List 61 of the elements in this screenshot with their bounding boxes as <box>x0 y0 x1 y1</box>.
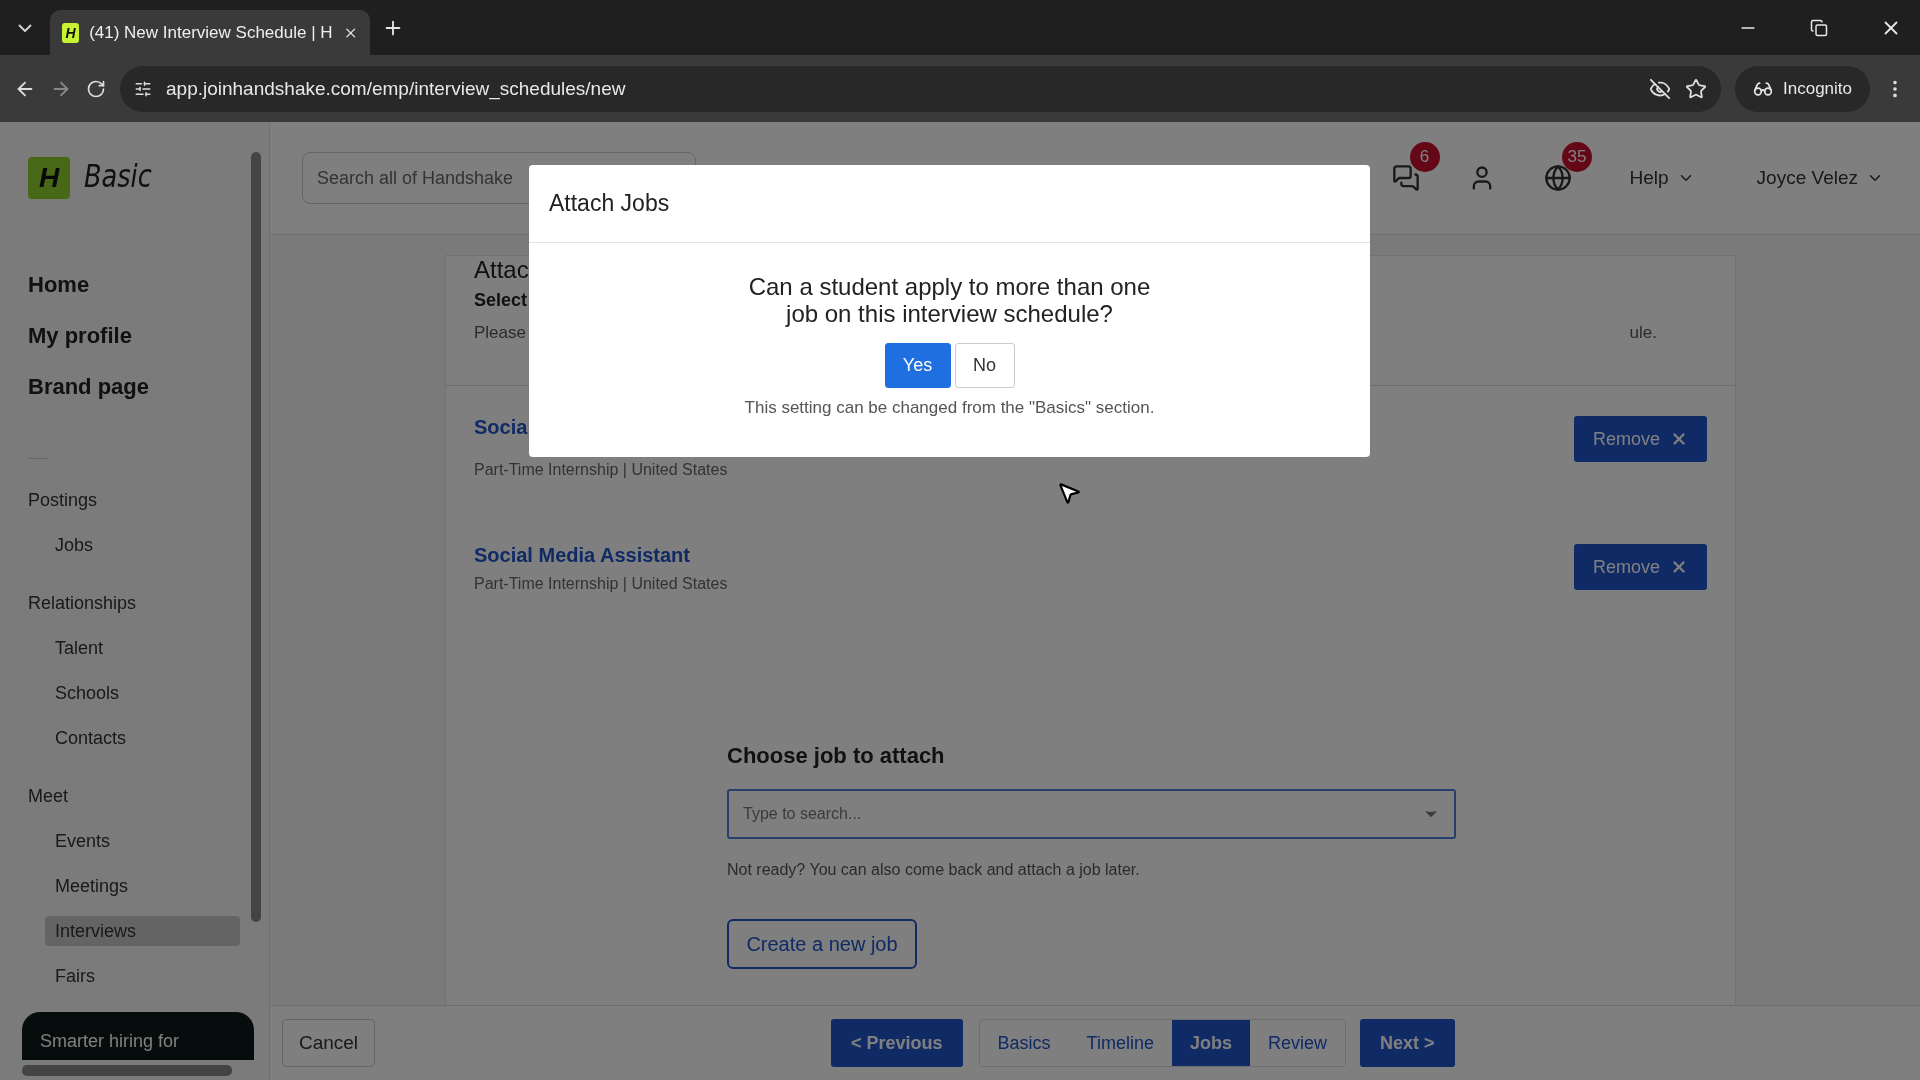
nav-section-title: Postings <box>27 489 99 512</box>
nav-item[interactable]: Meetings <box>45 871 240 901</box>
tab-title: (41) New Interview Schedule | H <box>89 22 333 43</box>
step-tab[interactable]: Jobs <box>1171 1020 1250 1066</box>
url-text: app.joinhandshake.com/emp/interview_schedules/new <box>166 77 627 100</box>
count-badge: 35 <box>1561 142 1593 172</box>
count-badge: 6 <box>1409 142 1440 172</box>
chevron-down-icon <box>18 23 32 32</box>
logo-icon: H <box>28 157 70 199</box>
messages-button[interactable] <box>1391 164 1420 192</box>
nav-item[interactable]: Jobs <box>45 530 240 560</box>
next-button[interactable]: Next > <box>1359 1019 1455 1067</box>
yes-button[interactable]: Yes <box>884 343 951 388</box>
pointer-icon <box>1056 480 1082 506</box>
reload-icon[interactable] <box>86 78 106 99</box>
nav-item[interactable]: Fairs <box>45 961 240 991</box>
profile-label: Incognito <box>1783 78 1852 99</box>
no-button[interactable]: No <box>954 343 1015 388</box>
job-title-link[interactable]: Social Media Assistant <box>474 544 1574 567</box>
nav-item[interactable]: Talent <box>45 633 240 663</box>
browser-tab[interactable]: H (41) New Interview Schedule | H <box>50 10 370 55</box>
restore-icon[interactable] <box>1810 18 1828 37</box>
nav-item[interactable]: Interviews <box>45 916 240 946</box>
dialog-question: Can a student apply to more than one job on this interview schedule? <box>747 273 1152 327</box>
nav-item[interactable]: Schools <box>45 678 240 708</box>
logo-text: Basic <box>84 157 152 195</box>
remove-button[interactable]: Remove <box>1574 416 1707 462</box>
site-info-icon[interactable] <box>134 79 152 98</box>
section-title: Attac <box>474 256 529 284</box>
user-menu[interactable]: Joyce Velez <box>1750 166 1890 190</box>
help-menu[interactable]: Help <box>1623 166 1701 190</box>
nav-section-title: Meet <box>27 785 70 808</box>
create-job-button[interactable]: Create a new job <box>727 919 917 969</box>
nav-item[interactable]: Events <box>45 826 240 856</box>
scrollbar[interactable] <box>251 152 261 922</box>
job-meta: Part-Time Internship | United States <box>474 575 729 593</box>
job-meta: Part-Time Internship | United States <box>474 461 729 479</box>
cancel-button[interactable]: Cancel <box>282 1019 375 1067</box>
language-button[interactable] <box>1543 164 1572 192</box>
messages-icon <box>1391 164 1420 192</box>
section-subtitle: Select <box>474 290 528 311</box>
nav-item[interactable]: Contacts <box>45 723 240 753</box>
promo-card[interactable]: Smarter hiring for <box>22 1012 254 1060</box>
address-bar[interactable]: app.joinhandshake.com/emp/interview_schedules/new <box>120 65 1721 112</box>
attach-heading: Choose job to attach <box>727 743 946 769</box>
scrollbar[interactable] <box>22 1065 232 1076</box>
close-icon <box>1670 558 1688 576</box>
previous-button[interactable]: < Previous <box>831 1019 963 1067</box>
section-note: Please <box>474 323 526 343</box>
section-note: ule. <box>1629 323 1657 343</box>
globe-icon <box>1543 164 1572 192</box>
incognito-button[interactable]: Incognito <box>1735 65 1870 112</box>
eye-off-icon[interactable] <box>1649 77 1671 100</box>
bookmark-star-icon[interactable] <box>1685 77 1707 100</box>
job-select-field[interactable]: Type to search... <box>727 789 1456 839</box>
dialog-note: This setting can be changed from the "Basics" section. <box>744 398 1155 418</box>
hint-text: Not ready? You can also come back and attach a job later. <box>727 861 1141 879</box>
favicon-icon: H <box>62 22 80 43</box>
remove-button[interactable]: Remove <box>1574 544 1707 590</box>
close-icon <box>1670 430 1688 448</box>
nav-section-title: Relationships <box>27 592 138 615</box>
